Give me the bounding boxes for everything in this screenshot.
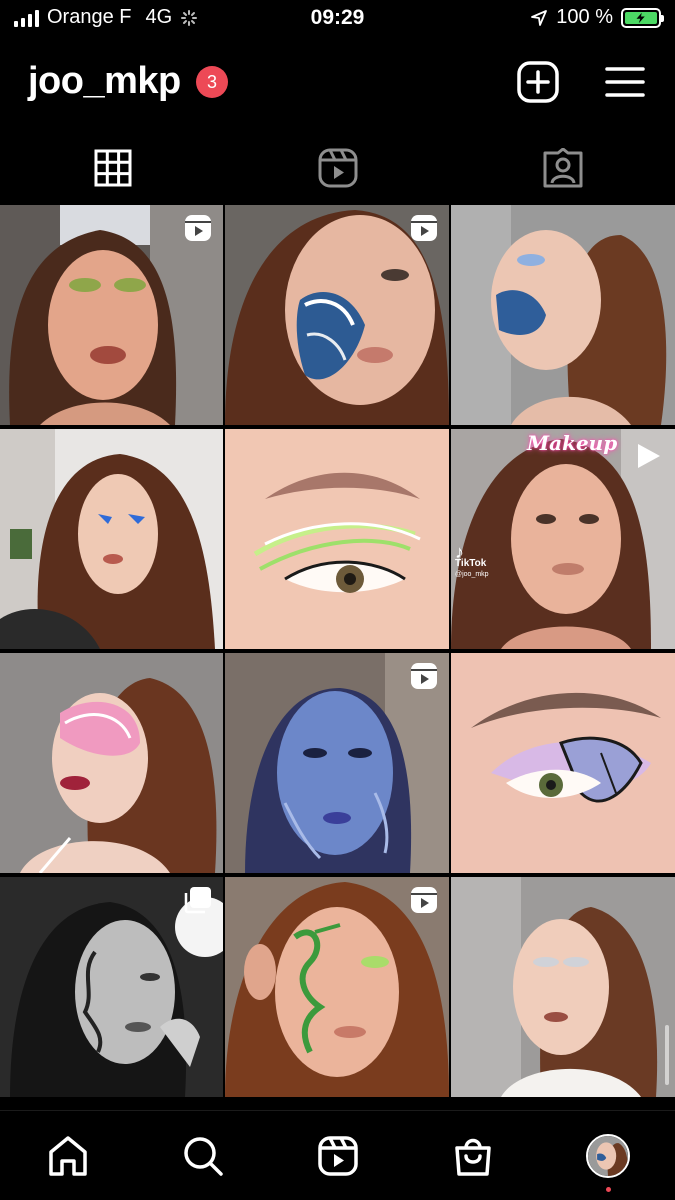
reels-icon bbox=[317, 1135, 358, 1176]
active-indicator-dot bbox=[605, 1187, 611, 1192]
post-image bbox=[451, 205, 675, 425]
tab-reels[interactable] bbox=[225, 135, 450, 201]
battery-percent: 100 % bbox=[556, 6, 613, 28]
post-sticker-text: Makeup bbox=[527, 431, 618, 455]
reel-badge-icon bbox=[411, 663, 437, 689]
add-square-icon bbox=[517, 61, 559, 103]
home-icon bbox=[48, 1135, 87, 1176]
tab-posts-grid[interactable] bbox=[0, 135, 225, 201]
post-image bbox=[451, 877, 675, 1097]
post-thumbnail[interactable]: Makeup ♪ TikTok @joo_mkp bbox=[451, 429, 675, 649]
post-thumbnail[interactable] bbox=[451, 205, 675, 425]
new-post-button[interactable] bbox=[516, 60, 560, 104]
post-thumbnail[interactable] bbox=[0, 429, 223, 649]
menu-button[interactable] bbox=[603, 60, 647, 104]
reels-icon bbox=[318, 148, 357, 188]
reel-badge-icon bbox=[185, 215, 211, 241]
tagged-person-icon bbox=[543, 148, 582, 188]
nav-home[interactable] bbox=[0, 1111, 135, 1200]
post-thumbnail[interactable] bbox=[225, 205, 449, 425]
nav-reels[interactable] bbox=[270, 1111, 405, 1200]
post-image bbox=[0, 653, 223, 873]
tiktok-watermark-handle: @joo_mkp bbox=[455, 571, 489, 578]
tiktok-watermark: ♪ TikTok @joo_mkp bbox=[455, 542, 489, 580]
notification-badge[interactable]: 3 bbox=[196, 66, 228, 98]
post-thumbnail[interactable] bbox=[0, 205, 223, 425]
profile-username[interactable]: joo_mkp bbox=[28, 60, 181, 103]
shopping-bag-icon bbox=[454, 1138, 491, 1176]
bottom-navigation bbox=[0, 1110, 675, 1200]
post-image bbox=[451, 653, 675, 873]
nav-profile[interactable] bbox=[540, 1111, 675, 1200]
reel-badge-icon bbox=[411, 215, 437, 241]
post-thumbnail[interactable] bbox=[451, 877, 675, 1097]
posts-grid: Makeup ♪ TikTok @joo_mkp bbox=[0, 205, 675, 1110]
profile-tabs bbox=[0, 135, 675, 201]
nav-search[interactable] bbox=[135, 1111, 270, 1200]
status-bar: Orange F 4G 09:29 100 % bbox=[0, 0, 675, 38]
search-icon bbox=[183, 1136, 223, 1176]
avatar bbox=[585, 1133, 630, 1178]
carousel-badge-icon bbox=[184, 887, 211, 914]
profile-header: joo_mkp 3 bbox=[0, 50, 675, 114]
tiktok-logo-icon: ♪ bbox=[455, 542, 464, 562]
avatar-image bbox=[587, 1135, 628, 1176]
hamburger-menu-icon bbox=[605, 67, 645, 97]
scroll-indicator[interactable] bbox=[665, 1025, 669, 1085]
post-thumbnail[interactable] bbox=[0, 653, 223, 873]
post-thumbnail[interactable] bbox=[225, 653, 449, 873]
location-arrow-icon bbox=[531, 9, 548, 26]
post-thumbnail[interactable] bbox=[451, 653, 675, 873]
nav-shop[interactable] bbox=[405, 1111, 540, 1200]
post-thumbnail[interactable] bbox=[225, 429, 449, 649]
post-thumbnail[interactable] bbox=[0, 877, 223, 1097]
post-image bbox=[225, 429, 449, 649]
tab-tagged[interactable] bbox=[450, 135, 675, 201]
grid-icon bbox=[94, 149, 131, 187]
reel-badge-icon bbox=[411, 887, 437, 913]
battery-icon bbox=[621, 7, 664, 28]
post-image bbox=[0, 429, 223, 649]
tiktok-watermark-text: TikTok bbox=[455, 558, 487, 569]
video-play-icon bbox=[638, 444, 660, 468]
post-thumbnail[interactable] bbox=[225, 877, 449, 1097]
status-right: 100 % bbox=[530, 6, 664, 29]
